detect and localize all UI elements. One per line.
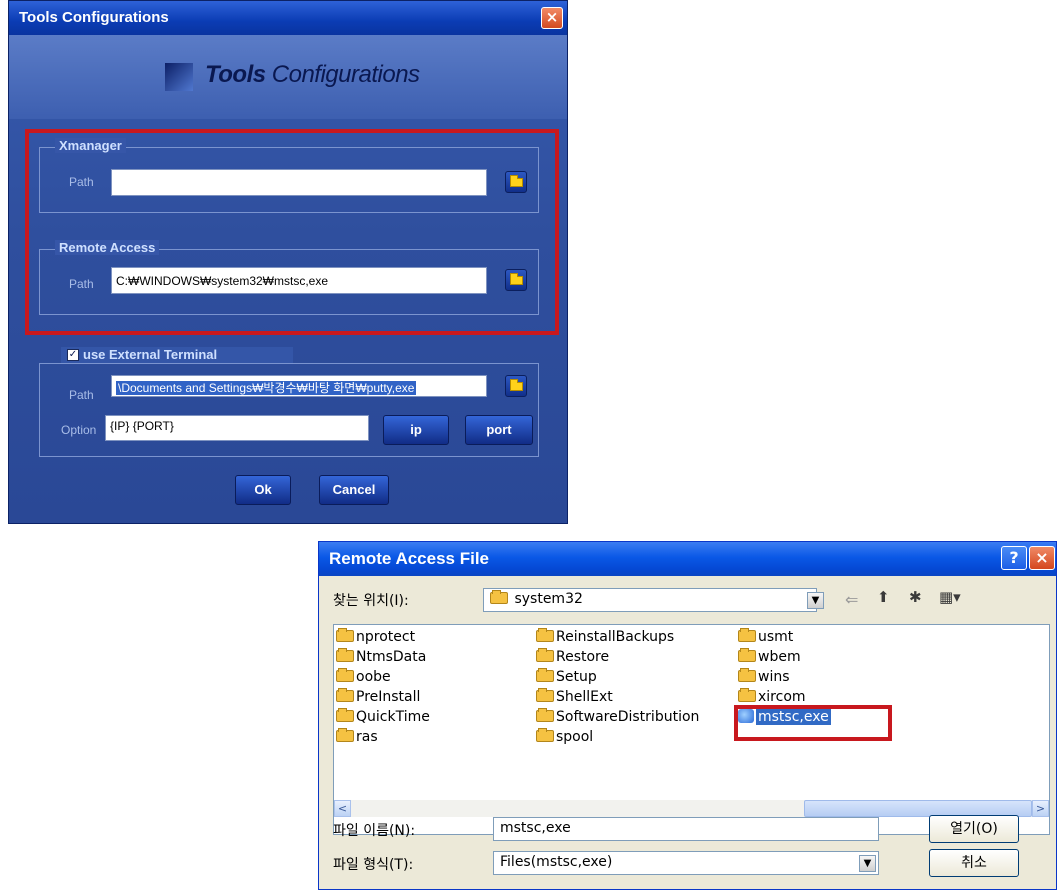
list-item[interactable]: Setup bbox=[536, 667, 736, 687]
folder-icon bbox=[536, 688, 554, 702]
folder-icon bbox=[738, 688, 756, 702]
folder-icon bbox=[336, 708, 354, 722]
close-icon[interactable]: × bbox=[541, 7, 563, 29]
selected-text: \Documents and Settings₩박경수₩바탕 화면₩putty,… bbox=[116, 381, 417, 395]
filetype-dropdown-icon[interactable]: ▼ bbox=[859, 855, 876, 872]
tools-configurations-dialog: Tools Configurations × Tools Configurati… bbox=[8, 0, 568, 524]
folder-icon bbox=[536, 668, 554, 682]
folder-icon bbox=[738, 648, 756, 662]
look-in-select[interactable]: system32 bbox=[483, 588, 817, 612]
file-column-1: nprotect NtmsData oobe PreInstall QuickT… bbox=[336, 627, 526, 747]
remote-access-file-dialog: Remote Access File ? × 찾는 위치(I): system3… bbox=[318, 541, 1057, 890]
filename-input[interactable]: mstsc,exe bbox=[493, 817, 879, 841]
new-folder-icon[interactable]: ✱ bbox=[909, 588, 922, 606]
option-label: Option bbox=[61, 423, 97, 437]
external-terminal-browse-button[interactable] bbox=[505, 375, 527, 397]
logo-icon bbox=[165, 63, 193, 91]
ip-button[interactable]: ip bbox=[383, 415, 449, 445]
list-item[interactable]: ReinstallBackups bbox=[536, 627, 736, 647]
back-icon[interactable]: ⇐ bbox=[845, 590, 858, 609]
banner-title: Tools Configurations bbox=[205, 61, 420, 88]
list-item[interactable]: Restore bbox=[536, 647, 736, 667]
title-bar[interactable]: Remote Access File ? × bbox=[319, 542, 1056, 576]
highlight-box bbox=[25, 129, 559, 335]
list-item[interactable]: xircom bbox=[738, 687, 888, 707]
folder-icon bbox=[336, 668, 354, 682]
ok-button[interactable]: Ok bbox=[235, 475, 291, 505]
scroll-left-icon[interactable]: < bbox=[334, 800, 351, 817]
cancel-button[interactable]: 취소 bbox=[929, 849, 1019, 877]
filename-label: 파일 이름(N): bbox=[333, 823, 416, 839]
scroll-right-icon[interactable]: > bbox=[1032, 800, 1049, 817]
list-item[interactable]: SoftwareDistribution bbox=[536, 707, 736, 727]
list-item[interactable]: spool bbox=[536, 727, 736, 747]
folder-icon bbox=[336, 648, 354, 662]
file-list[interactable]: nprotect NtmsData oobe PreInstall QuickT… bbox=[333, 624, 1050, 835]
open-button[interactable]: 열기(O) bbox=[929, 815, 1019, 843]
filetype-select[interactable]: Files(mstsc,exe) bbox=[493, 851, 879, 875]
folder-icon bbox=[490, 590, 508, 604]
folder-icon bbox=[536, 648, 554, 662]
list-item[interactable]: NtmsData bbox=[336, 647, 526, 667]
folder-icon bbox=[336, 728, 354, 742]
folder-icon bbox=[510, 379, 523, 391]
folder-icon bbox=[738, 668, 756, 682]
list-item[interactable]: PreInstall bbox=[336, 687, 526, 707]
look-in-label: 찾는 위치(I): bbox=[333, 593, 409, 609]
list-item[interactable]: nprotect bbox=[336, 627, 526, 647]
window-title: Tools Configurations bbox=[19, 9, 169, 26]
folder-icon bbox=[336, 628, 354, 642]
list-item[interactable]: ShellExt bbox=[536, 687, 736, 707]
window-title: Remote Access File bbox=[329, 549, 489, 568]
cancel-button[interactable]: Cancel bbox=[319, 475, 389, 505]
folder-icon bbox=[536, 728, 554, 742]
filetype-label: 파일 형식(T): bbox=[333, 857, 414, 873]
list-item[interactable]: usmt bbox=[738, 627, 888, 647]
folder-icon bbox=[336, 688, 354, 702]
external-terminal-path-label: Path bbox=[69, 388, 94, 402]
external-terminal-group-title: use External Terminal bbox=[83, 347, 218, 362]
look-in-value: system32 bbox=[514, 591, 583, 607]
up-folder-icon[interactable]: ⬆ bbox=[877, 588, 890, 606]
folder-icon bbox=[738, 628, 756, 642]
file-column-2: ReinstallBackups Restore Setup ShellExt … bbox=[536, 627, 736, 747]
look-in-dropdown-icon[interactable]: ▼ bbox=[807, 592, 824, 609]
list-item[interactable]: QuickTime bbox=[336, 707, 526, 727]
close-icon[interactable]: × bbox=[1029, 546, 1055, 570]
list-item[interactable]: wbem bbox=[738, 647, 888, 667]
title-bar[interactable]: Tools Configurations × bbox=[9, 1, 567, 35]
folder-icon bbox=[536, 628, 554, 642]
use-external-terminal-checkbox[interactable]: ✓ bbox=[67, 349, 79, 361]
folder-icon bbox=[536, 708, 554, 722]
views-icon[interactable]: ▦▾ bbox=[939, 588, 961, 606]
selected-highlight-box bbox=[734, 705, 892, 741]
external-terminal-header: ✓ use External Terminal bbox=[61, 347, 293, 363]
external-terminal-path-input[interactable]: \Documents and Settings₩박경수₩바탕 화면₩putty,… bbox=[111, 375, 487, 397]
list-item[interactable]: oobe bbox=[336, 667, 526, 687]
list-item[interactable]: wins bbox=[738, 667, 888, 687]
port-button[interactable]: port bbox=[465, 415, 533, 445]
help-icon[interactable]: ? bbox=[1001, 546, 1027, 570]
list-item[interactable]: ras bbox=[336, 727, 526, 747]
option-input[interactable]: {IP} {PORT} bbox=[105, 415, 369, 441]
